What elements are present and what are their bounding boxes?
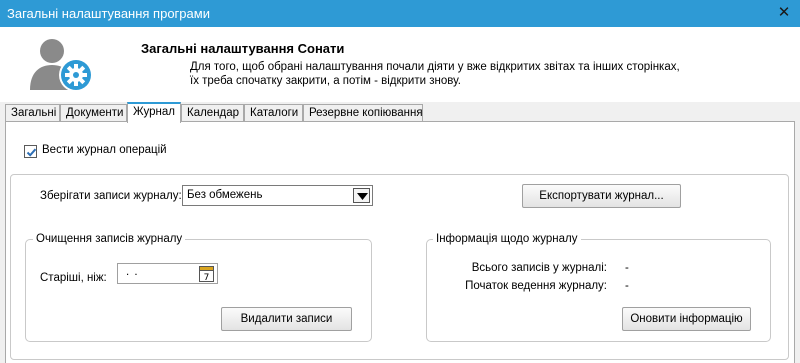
- header-title: Загальні налаштування Сонати: [141, 41, 345, 56]
- header-area: Загальні налаштування Сонати Для того, щ…: [0, 27, 800, 102]
- calendar-day-number: 7: [204, 273, 210, 282]
- tab-journal[interactable]: Журнал: [127, 102, 181, 123]
- journal-start-value: -: [625, 280, 629, 292]
- older-than-date-input[interactable]: . . 7: [117, 263, 218, 284]
- calendar-icon[interactable]: 7: [199, 265, 214, 282]
- header-description: Для того, щоб обрані налаштування почали…: [190, 61, 680, 87]
- window-title: Загальні налаштування програми: [7, 6, 210, 21]
- user-settings-icon: [30, 39, 93, 92]
- delete-records-button[interactable]: Видалити записи: [221, 307, 352, 331]
- older-than-label: Старіші, ніж:: [40, 272, 107, 284]
- check-icon: [26, 148, 37, 157]
- close-icon[interactable]: ✕: [776, 4, 792, 22]
- cleanup-group-legend: Очищення записів журналу: [33, 233, 186, 245]
- date-value: . .: [126, 266, 139, 278]
- keep-log-checkbox[interactable]: [24, 145, 37, 158]
- total-records-value: -: [625, 262, 629, 274]
- store-records-select[interactable]: Без обмежень: [182, 185, 373, 206]
- total-records-label: Всього записів у журналі:: [471, 262, 607, 274]
- refresh-info-button[interactable]: Оновити інформацію: [622, 307, 751, 331]
- export-journal-button[interactable]: Експортувати журнал...: [522, 184, 681, 208]
- dropdown-arrow-icon[interactable]: [353, 188, 370, 203]
- title-bar: Загальні налаштування програми ✕: [0, 0, 800, 27]
- journal-info-legend: Інформація щодо журналу: [433, 233, 581, 245]
- store-records-value: Без обмежень: [187, 189, 263, 201]
- journal-start-label: Початок ведення журналу:: [465, 280, 607, 292]
- store-records-label: Зберігати записи журналу:: [40, 190, 182, 202]
- keep-log-label: Вести журнал операцій: [42, 144, 167, 156]
